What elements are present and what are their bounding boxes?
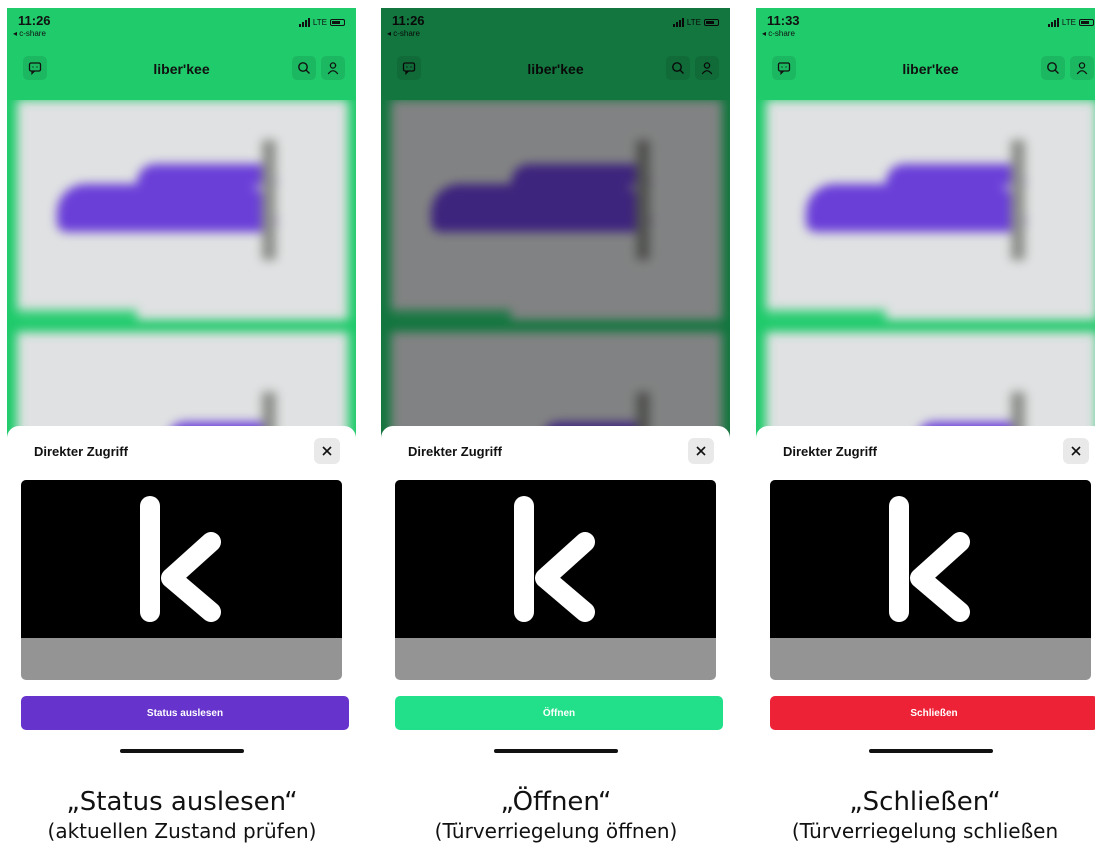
caption-status: „Status auslesen“ (aktuellen Zustand prü… [2, 786, 362, 844]
k-logo-icon [888, 496, 970, 622]
vehicle-card[interactable] [17, 100, 348, 320]
close-button[interactable] [1063, 438, 1089, 464]
home-indicator [868, 749, 993, 753]
phone-screen-close: 11:33 ◂ c-share LTE liberʹkee Direkter Z… [756, 8, 1095, 768]
search-icon [298, 62, 310, 74]
home-indicator [493, 749, 618, 753]
direct-access-sheet: Direkter Zugriff Status auslesen [7, 426, 356, 768]
close-icon [1071, 446, 1081, 456]
top-nav: liberʹkee [7, 56, 356, 84]
network-label: LTE [1061, 18, 1076, 27]
key-card-display [395, 480, 716, 638]
k-logo-icon [513, 496, 595, 622]
lock-button[interactable]: Schließen [770, 696, 1095, 730]
home-indicator [119, 749, 244, 753]
sheet-title: Direkter Zugriff [783, 444, 877, 459]
search-button[interactable] [1041, 56, 1065, 80]
profile-button[interactable] [321, 56, 345, 80]
vehicle-card[interactable] [766, 100, 1095, 320]
search-button[interactable] [292, 56, 316, 80]
profile-button[interactable] [1070, 56, 1094, 80]
network-label: LTE [312, 18, 327, 27]
caption-open: „Öffnen“ (Türverriegelung öffnen) [376, 786, 736, 844]
back-to-app-link[interactable]: ◂ c-share [762, 29, 795, 38]
battery-icon [330, 19, 345, 26]
signal-bars-icon [298, 18, 310, 27]
key-card-panel [770, 480, 1091, 680]
search-icon [1047, 62, 1059, 74]
status-time: 11:26 [18, 13, 51, 28]
caption-subtitle: (aktuellen Zustand prüfen) [47, 819, 317, 843]
open-button[interactable]: Öffnen [395, 696, 723, 730]
battery-icon [1079, 19, 1094, 26]
key-card-display [770, 480, 1091, 638]
status-bar: 11:33 ◂ c-share LTE [756, 8, 1095, 46]
read-status-button[interactable]: Status auslesen [21, 696, 349, 730]
signal-indicator: LTE [1047, 18, 1094, 27]
direct-access-sheet: Direkter Zugriff Schließen [756, 426, 1095, 768]
phone-screen-open: 11:26 ◂ c-share LTE liberʹkee Direkter Z… [381, 8, 730, 768]
profile-icon [1076, 62, 1088, 75]
caption-title: „Schließen“ [849, 787, 1001, 817]
profile-icon [327, 62, 339, 75]
caption-close: „Schließen“ (Türverriegelung schließen [745, 786, 1095, 844]
sheet-title: Direkter Zugriff [408, 444, 502, 459]
caption-title: „Öffnen“ [500, 787, 612, 817]
sheet-title: Direkter Zugriff [34, 444, 128, 459]
signal-bars-icon [1047, 18, 1059, 27]
caption-subtitle: (Türverriegelung schließen [791, 819, 1059, 843]
close-button[interactable] [314, 438, 340, 464]
k-logo-icon [139, 496, 221, 622]
back-to-app-link[interactable]: ◂ c-share [13, 29, 46, 38]
phone-screen-status: 11:26 ◂ c-share LTE liberʹkee Direkter Z… [7, 8, 356, 768]
signal-indicator: LTE [298, 18, 345, 27]
key-card-panel [395, 480, 716, 680]
key-card-display [21, 480, 342, 638]
top-nav: liberʹkee [756, 56, 1095, 84]
status-time: 11:33 [767, 13, 800, 28]
key-card-panel [21, 480, 342, 680]
caption-title: „Status auslesen“ [66, 787, 298, 817]
close-icon [322, 446, 332, 456]
close-button[interactable] [688, 438, 714, 464]
caption-subtitle: (Türverriegelung öffnen) [434, 819, 678, 843]
close-icon [696, 446, 706, 456]
direct-access-sheet: Direkter Zugriff Öffnen [381, 426, 730, 768]
status-bar: 11:26 ◂ c-share LTE [7, 8, 356, 46]
